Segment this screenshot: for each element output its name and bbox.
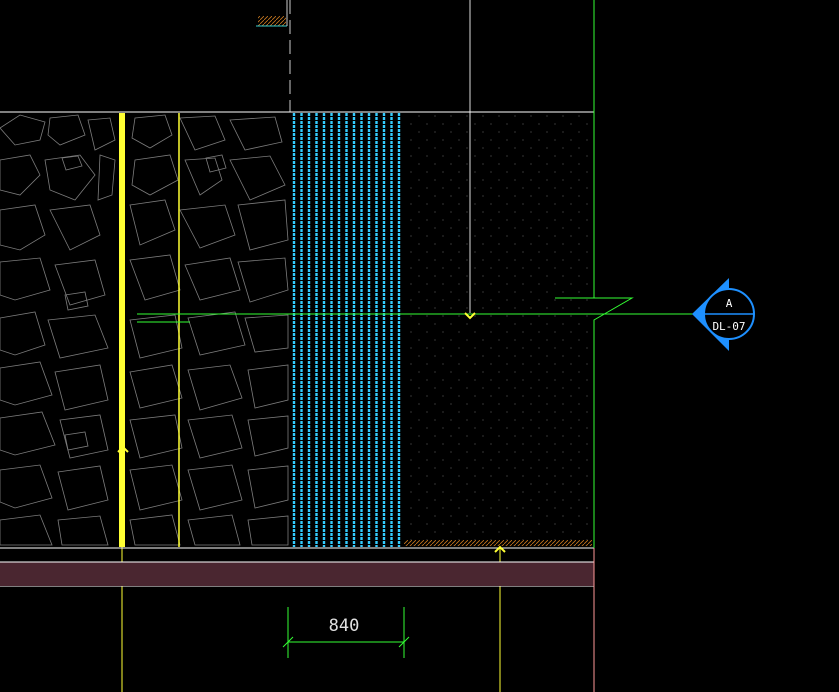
stone-wall-hatch [0,114,289,546]
section-marker-sheet: DL-07 [712,320,745,333]
yellow-thick-line [119,113,125,547]
top-hatch-detail [256,0,288,27]
maroon-band [0,562,594,586]
dotted-fill-region [404,114,592,540]
cyan-hatch [292,113,401,547]
dimension-label: 840 [329,616,360,636]
hatch-strip [404,540,592,546]
cad-drawing-canvas: 840 A DL-07 [0,0,755,692]
section-marker[interactable]: A DL-07 [692,278,755,351]
section-marker-letter: A [726,297,733,310]
